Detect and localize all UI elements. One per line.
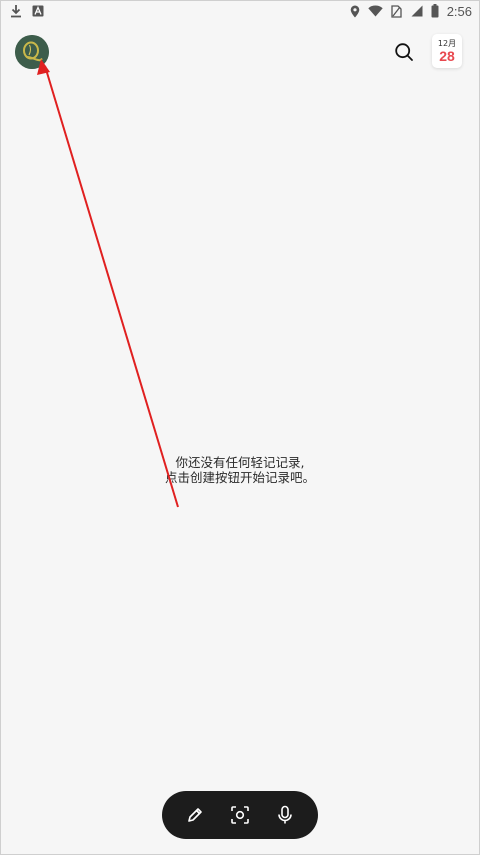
scan-icon <box>231 806 249 824</box>
battery-icon <box>431 4 439 18</box>
screen-border <box>0 0 480 855</box>
status-right: 2:56 <box>350 4 472 19</box>
status-time: 2:56 <box>446 3 472 19</box>
annotation-arrow <box>37 59 179 508</box>
calendar-button[interactable]: 12月 28 <box>432 34 462 68</box>
scan-button[interactable] <box>224 799 256 831</box>
q-logo-icon <box>15 35 49 69</box>
location-icon <box>350 5 360 18</box>
calendar-month: 12月 <box>437 38 457 48</box>
download-icon <box>10 4 22 18</box>
annotation-arrow-line <box>44 65 179 508</box>
empty-state-line-2: 点击创建按钮开始记录吧。 <box>164 470 315 485</box>
pencil-icon <box>187 808 202 822</box>
empty-state-message: 你还没有任何轻记记录, 点击创建按钮开始记录吧。 <box>0 455 480 485</box>
status-left <box>10 4 44 18</box>
write-note-button[interactable] <box>179 799 211 831</box>
search-button[interactable] <box>390 38 418 66</box>
a-notification-icon <box>32 5 44 17</box>
search-icon <box>395 43 413 61</box>
bottom-toolbar <box>162 791 318 839</box>
wifi-icon <box>367 5 383 17</box>
status-bar: 2:56 <box>0 0 480 22</box>
voice-note-button[interactable] <box>269 799 301 831</box>
empty-state-line-1: 你还没有任何轻记记录, <box>175 455 305 470</box>
calendar-day: 28 <box>439 47 455 64</box>
q-logo-avatar[interactable] <box>15 35 49 69</box>
sim-off-icon <box>391 4 402 18</box>
microphone-icon <box>278 805 293 824</box>
signal-icon <box>410 5 423 17</box>
